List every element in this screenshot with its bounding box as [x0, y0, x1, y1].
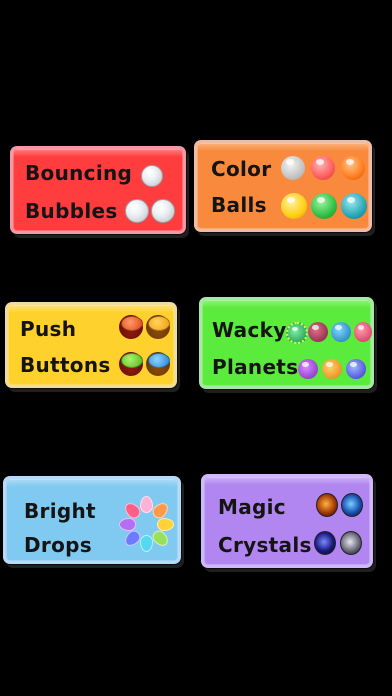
- bubble-icon: [151, 199, 175, 223]
- card-title-line1: Wacky: [212, 318, 287, 342]
- drop-icon: [140, 535, 153, 552]
- card-bevel: [8, 305, 174, 313]
- card-title-line1: Bouncing: [25, 161, 133, 185]
- dark-blue-crystal-icon: [314, 531, 336, 555]
- planet-icon: [322, 359, 342, 379]
- card-title-line2: Buttons: [20, 353, 111, 377]
- drop-icon: [157, 518, 174, 531]
- game-card-magic-crystals[interactable]: Magic Crystals: [201, 474, 373, 568]
- game-card-bright-drops[interactable]: Bright Drops: [3, 476, 181, 564]
- teal-ball-icon: [341, 193, 367, 219]
- planet-icon: [331, 322, 351, 342]
- game-card-color-balls[interactable]: Color Balls: [194, 140, 372, 232]
- yellow-ball-icon: [281, 193, 307, 219]
- blue-crystal-icon: [341, 493, 363, 517]
- drop-icon: [119, 518, 136, 531]
- card-bevel: [202, 300, 371, 308]
- bubble-icon: [141, 165, 163, 187]
- planet-icon: [354, 322, 372, 342]
- card-bevel: [197, 143, 369, 151]
- orange-ball-icon: [341, 156, 365, 180]
- card-title-line1: Bright: [24, 499, 96, 523]
- card-title-line1: Magic: [218, 495, 286, 519]
- card-title-line2: Bubbles: [25, 199, 118, 223]
- bubble-icon: [125, 199, 149, 223]
- fire-crystal-icon: [316, 493, 338, 517]
- card-title-line1: Push: [20, 317, 77, 341]
- card-title-line2: Planets: [212, 355, 299, 379]
- game-card-wacky-planets[interactable]: Wacky Planets: [199, 297, 374, 389]
- card-bevel: [13, 149, 183, 157]
- red-push-button-icon: [119, 315, 143, 339]
- blue-push-button-icon: [146, 352, 170, 376]
- planet-icon: [308, 322, 328, 342]
- drop-icon: [149, 527, 172, 550]
- card-title-line2: Crystals: [218, 533, 312, 557]
- game-card-bouncing-bubbles[interactable]: Bouncing Bubbles: [10, 146, 186, 234]
- red-ball-icon: [311, 156, 335, 180]
- card-bevel: [204, 477, 370, 485]
- orange-push-button-icon: [146, 315, 170, 339]
- card-bevel: [6, 479, 178, 487]
- game-card-push-buttons[interactable]: Push Buttons: [5, 302, 177, 388]
- planet-icon: [346, 359, 366, 379]
- gray-ball-icon: [281, 156, 305, 180]
- green-ball-icon: [311, 193, 337, 219]
- planet-icon: [286, 322, 308, 344]
- gray-crystal-icon: [340, 531, 362, 555]
- planet-icon: [298, 359, 318, 379]
- green-push-button-icon: [119, 352, 143, 376]
- card-title-line2: Balls: [211, 193, 267, 217]
- drop-icon: [140, 496, 153, 513]
- card-title-line2: Drops: [24, 533, 92, 557]
- drops-flower-icon: [118, 495, 174, 552]
- card-title-line1: Color: [211, 157, 272, 181]
